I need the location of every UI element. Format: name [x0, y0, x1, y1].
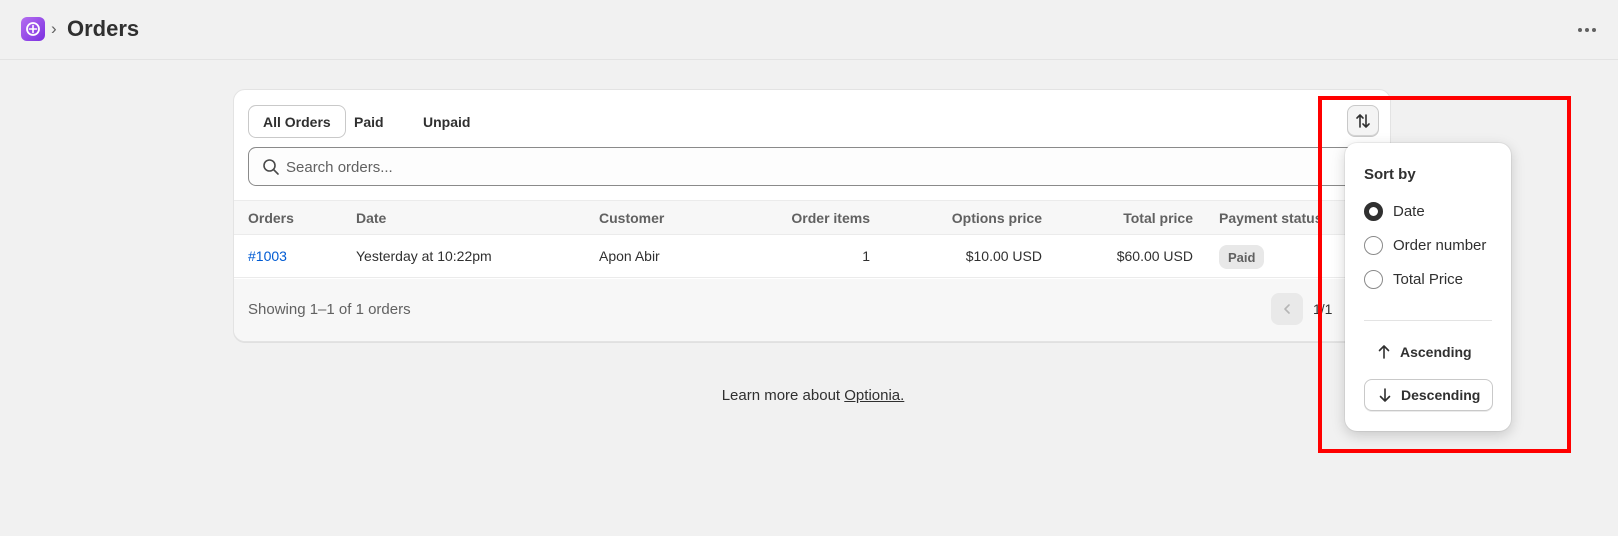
- radio-checked-icon[interactable]: [1364, 201, 1383, 221]
- divider: [1364, 320, 1492, 321]
- sort-option-order-number[interactable]: Order number: [1364, 234, 1486, 256]
- breadcrumb-separator: ›: [51, 19, 57, 38]
- search-field[interactable]: [248, 147, 1388, 186]
- page-indicator: 1/1: [1313, 301, 1333, 317]
- table-header: Orders Date Customer Order items Options…: [234, 200, 1390, 235]
- column-header-total-price[interactable]: Total price: [1123, 210, 1193, 226]
- sort-popover: Sort by Date Order number Total Price As…: [1345, 143, 1511, 431]
- page-title: Orders: [67, 16, 140, 41]
- total-price: $60.00 USD: [1116, 248, 1193, 264]
- more-horizontal-icon[interactable]: [1572, 18, 1602, 42]
- search-icon: [263, 159, 279, 175]
- tab-all-orders[interactable]: All Orders: [248, 105, 346, 138]
- arrow-up-icon: [1378, 345, 1390, 359]
- column-header-options-price[interactable]: Options price: [952, 210, 1042, 226]
- descending-label: Descending: [1401, 387, 1481, 403]
- pagination-summary: Showing 1–1 of 1 orders: [248, 301, 411, 318]
- app-logo-glyph: [26, 22, 40, 36]
- tab-unpaid[interactable]: Unpaid: [409, 105, 484, 138]
- descending-button[interactable]: Descending: [1364, 379, 1494, 411]
- app-logo-icon[interactable]: [21, 17, 45, 41]
- order-number-link[interactable]: #1003: [248, 248, 287, 264]
- ascending-label: Ascending: [1400, 344, 1472, 360]
- sort-by-title: Sort by: [1364, 166, 1416, 183]
- sort-option-label: Order number: [1393, 236, 1487, 254]
- sort-arrows-icon: [1356, 114, 1370, 128]
- customer-name: Apon Abir: [599, 248, 660, 264]
- sort-option-label: Total Price: [1393, 270, 1464, 288]
- column-header-payment-status[interactable]: Payment status: [1219, 210, 1322, 226]
- sort-button[interactable]: [1347, 105, 1379, 137]
- sort-option-total-price[interactable]: Total Price: [1364, 268, 1463, 290]
- arrow-down-icon: [1379, 388, 1391, 402]
- options-price: $10.00 USD: [965, 248, 1042, 264]
- top-bar: › Orders: [0, 0, 1618, 60]
- sort-option-date[interactable]: Date: [1364, 200, 1425, 222]
- radio-unchecked-icon[interactable]: [1364, 235, 1383, 255]
- optionia-link[interactable]: Optionia.: [844, 387, 904, 404]
- column-header-date[interactable]: Date: [356, 210, 386, 226]
- orders-card: All Orders Paid Unpaid Orders Date Custo…: [233, 89, 1391, 342]
- previous-page-button[interactable]: [1271, 293, 1303, 325]
- column-header-customer[interactable]: Customer: [599, 210, 664, 226]
- status-badge: Paid: [1219, 245, 1265, 269]
- table-row[interactable]: #1003 Yesterday at 10:22pm Apon Abir 1 $…: [234, 235, 1390, 278]
- radio-unchecked-icon[interactable]: [1364, 269, 1383, 289]
- tab-paid[interactable]: Paid: [340, 105, 398, 138]
- ascending-button[interactable]: Ascending: [1364, 336, 1484, 368]
- table-footer: Showing 1–1 of 1 orders 1/1: [234, 279, 1390, 341]
- chevron-left-icon: [1284, 304, 1290, 314]
- order-items-count: 1: [862, 248, 870, 264]
- column-header-orders[interactable]: Orders: [248, 210, 294, 226]
- sort-option-label: Date: [1393, 202, 1425, 220]
- column-header-order-items[interactable]: Order items: [791, 210, 870, 226]
- order-date: Yesterday at 10:22pm: [356, 248, 492, 264]
- search-input[interactable]: [286, 156, 1336, 178]
- learn-more-prefix: Learn more about: [721, 387, 845, 404]
